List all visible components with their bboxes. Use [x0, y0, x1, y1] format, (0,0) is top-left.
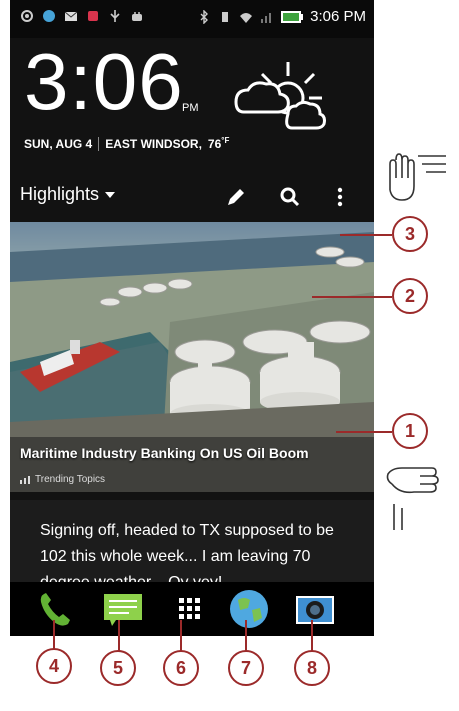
usb-icon [110, 10, 120, 22]
callout-6-line [180, 620, 182, 654]
chevron-down-icon [105, 191, 116, 198]
news-card-photo[interactable]: Maritime Industry Banking On US Oil Boom… [10, 222, 374, 492]
news-headline[interactable]: Maritime Industry Banking On US Oil Boom [20, 445, 309, 461]
temperature-unit: °F [221, 136, 230, 145]
vibrate-icon [222, 11, 229, 22]
status-bar: 3:06 PM [10, 0, 374, 38]
bluetooth-icon [200, 9, 209, 24]
wifi-icon [240, 12, 253, 23]
location-text: EAST WINDSOR, [105, 136, 202, 151]
date-text: SUN, AUG 4 [24, 136, 93, 151]
signal-icon [261, 12, 272, 23]
callout-4: 4 [36, 648, 72, 684]
divider [98, 136, 100, 151]
email-icon [64, 11, 78, 21]
partly-cloudy-weather-icon[interactable] [226, 54, 336, 134]
callout-3: 3 [392, 216, 428, 252]
pencil-icon[interactable] [224, 185, 248, 209]
phone-screen: 3:06 PM 3:06 PM SUN, AUG 4 EAST WINDSOR,… [10, 0, 374, 636]
app-dock [10, 582, 374, 636]
trending-topics-icon [20, 475, 30, 484]
news-source: Trending Topics [20, 474, 105, 485]
swipe-down-gesture-icon [389, 153, 446, 201]
callout-1: 1 [392, 413, 428, 449]
overflow-menu-icon[interactable] [328, 185, 352, 209]
weather-info: SUN, AUG 4 EAST WINDSOR, 76°F [24, 136, 229, 151]
callout-7: 7 [228, 650, 264, 686]
highlights-dropdown[interactable]: Highlights [20, 184, 116, 205]
news-source-label: Trending Topics [35, 474, 106, 485]
settings-icon [21, 10, 33, 22]
callout-8: 8 [294, 650, 330, 686]
callout-1-line [336, 431, 392, 433]
temperature-text: 76°F [208, 136, 229, 151]
highlights-label: Highlights [20, 184, 100, 204]
callout-2-line [312, 296, 392, 298]
clock-ampm: PM [182, 102, 199, 114]
notification-icon [88, 11, 98, 21]
callout-5-line [118, 620, 120, 654]
app-icon [43, 10, 55, 22]
callout-6: 6 [163, 650, 199, 686]
blinkfeed-toolbar: Highlights [10, 175, 374, 219]
android-icon [132, 12, 142, 21]
callout-8-line [311, 620, 313, 654]
callout-3-line [340, 234, 392, 236]
app-drawer-icon[interactable] [169, 588, 211, 630]
temperature-value: 76 [207, 137, 222, 151]
phone-icon[interactable] [34, 588, 76, 630]
clock-time[interactable]: 3:06 [24, 42, 184, 122]
search-icon[interactable] [278, 185, 302, 209]
battery-icon [281, 10, 304, 23]
callout-7-line [245, 620, 247, 654]
browser-globe-icon[interactable] [228, 588, 270, 630]
callout-5: 5 [100, 650, 136, 686]
messages-icon[interactable] [102, 588, 144, 630]
camera-icon[interactable] [294, 588, 336, 630]
callout-2: 2 [392, 278, 428, 314]
social-post-card[interactable]: Signing off, headed to TX supposed to be… [10, 500, 374, 591]
swipe-up-gesture-icon [386, 467, 439, 530]
status-time: 3:06 PM [310, 8, 366, 25]
